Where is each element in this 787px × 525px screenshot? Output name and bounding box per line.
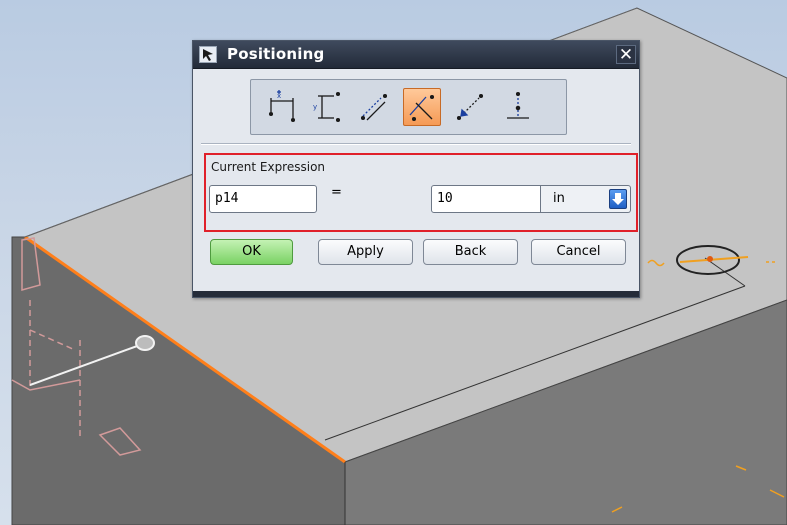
dialog-titlebar[interactable]: Positioning ✕ [193, 41, 639, 69]
dialog-bottom-bar [193, 291, 639, 297]
current-expression-label: Current Expression [211, 160, 326, 174]
cancel-button[interactable]: Cancel [531, 239, 626, 265]
unit-select[interactable]: in [541, 185, 631, 213]
point-onto-point-icon[interactable] [451, 88, 489, 126]
perpendicular-dimension-icon[interactable] [403, 88, 441, 126]
dialog-title: Positioning [227, 45, 325, 63]
unit-value: in [553, 191, 565, 206]
apply-button[interactable]: Apply [318, 239, 413, 265]
expression-name-field[interactable]: p14 [209, 185, 317, 213]
point-onto-line-icon[interactable] [499, 88, 537, 126]
vertical-dimension-icon[interactable]: y [308, 88, 346, 126]
current-expression-group: Current Expression p14 = 10 in [204, 153, 638, 232]
ok-button[interactable]: OK [210, 239, 293, 265]
positioning-dialog: Positioning ✕ x y Current Expression p14… [192, 40, 640, 298]
svg-text:y: y [313, 103, 317, 111]
parallel-dimension-icon[interactable] [355, 88, 393, 126]
positioning-method-toolbar: x y [250, 79, 567, 135]
pointer-arrow-icon [199, 46, 217, 63]
chevron-down-icon[interactable] [609, 189, 627, 209]
center-marker [707, 256, 713, 262]
close-icon[interactable]: ✕ [616, 45, 636, 65]
separator [201, 143, 631, 145]
equals-sign: = [331, 185, 342, 200]
expression-value-field[interactable]: 10 [431, 185, 541, 213]
back-button[interactable]: Back [423, 239, 518, 265]
svg-text:x: x [277, 92, 281, 100]
horizontal-dimension-icon[interactable]: x [263, 88, 301, 126]
